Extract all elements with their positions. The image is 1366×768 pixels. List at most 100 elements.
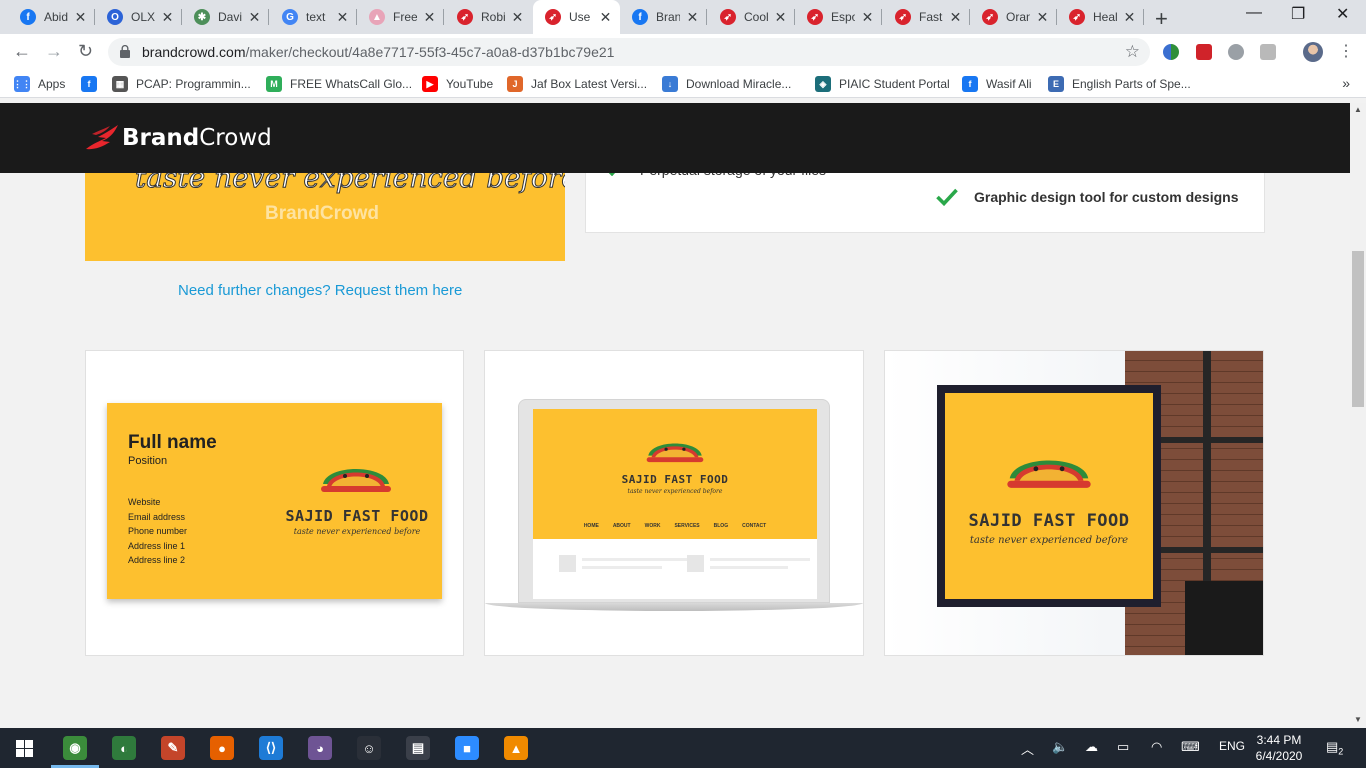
wifi-icon[interactable]: ◠	[1151, 739, 1162, 755]
bookmark-item[interactable]: ⋮⋮ Apps	[13, 76, 65, 92]
bookmark-label: Download Miracle...	[686, 77, 792, 91]
tab-title: Fast	[919, 10, 943, 24]
business-card-mockup[interactable]: Full name Position Website Email address…	[85, 350, 464, 656]
bookmark-item[interactable]: J Jaf Box Latest Versi...	[507, 76, 647, 92]
close-tab-icon[interactable]: ✕	[949, 9, 962, 26]
show-hidden-icons[interactable]: ︿	[1021, 739, 1034, 758]
browser-tab[interactable]: f Abid ✕	[8, 0, 95, 34]
back-icon[interactable]: ←	[13, 41, 31, 62]
page-scrollbar[interactable]: ▲ ▼	[1350, 103, 1366, 728]
scroll-up-icon[interactable]: ▲	[1354, 105, 1362, 114]
laptop-mockup[interactable]: SAJID FAST FOOD taste never experienced …	[484, 350, 864, 656]
browser-menu-icon[interactable]: ⋮	[1338, 41, 1354, 61]
url-text: brandcrowd.com/maker/checkout/4a8e7717-5…	[142, 44, 615, 60]
zoom-icon[interactable]: ■	[455, 736, 479, 760]
browser-tab[interactable]: ✱ Davi ✕	[182, 0, 269, 34]
browser-tab[interactable]: ➶ Cool ✕	[708, 0, 795, 34]
bookmark-star-icon[interactable]: ☆	[1125, 42, 1140, 62]
globe-app-icon[interactable]: ◐	[112, 736, 136, 760]
browser-tab[interactable]: ▲ Free ✕	[357, 0, 444, 34]
close-tab-icon[interactable]: ✕	[861, 9, 874, 26]
maximize-icon[interactable]: ❐	[1291, 4, 1305, 24]
close-tab-icon[interactable]: ✕	[686, 9, 699, 26]
request-changes-link[interactable]: Need further changes? Request them here	[178, 282, 462, 299]
facebook-icon: f	[20, 9, 36, 25]
content-placeholder	[559, 555, 576, 572]
battery-icon[interactable]: ▭	[1117, 739, 1129, 755]
close-tab-icon[interactable]: ✕	[161, 9, 174, 26]
tab-title: OLX	[131, 10, 156, 24]
volume-icon[interactable]: 🔈	[1052, 739, 1068, 755]
cast-icon[interactable]	[1260, 44, 1276, 60]
onedrive-icon[interactable]: ☁	[1085, 739, 1098, 755]
close-tab-icon[interactable]: ✕	[423, 9, 436, 26]
brandcrowd-icon: ➶	[720, 9, 736, 25]
tab-title: text	[306, 10, 326, 24]
bookmark-label: PIAIC Student Portal	[839, 77, 950, 91]
photos-app-icon[interactable]: ▤	[406, 736, 430, 760]
bookmark-item[interactable]: ▶ YouTube	[422, 76, 493, 92]
close-tab-icon[interactable]: ✕	[774, 9, 787, 26]
jafbox-icon: J	[507, 76, 523, 92]
address-bar[interactable]: brandcrowd.com/maker/checkout/4a8e7717-5…	[108, 38, 1150, 66]
close-tab-icon[interactable]: ✕	[1123, 9, 1136, 26]
close-tab-icon[interactable]: ✕	[1036, 9, 1049, 26]
card-full-name: Full name	[128, 432, 217, 453]
extension-circle-icon[interactable]	[1228, 44, 1244, 60]
bookmark-label: YouTube	[446, 77, 494, 91]
chrome-icon[interactable]: ◉	[63, 736, 87, 760]
lock-icon	[120, 45, 130, 58]
browser-tab[interactable]: O OLX ✕	[95, 0, 182, 34]
bookmark-item[interactable]: f	[81, 76, 105, 92]
laptop-screen: SAJID FAST FOOD taste never experienced …	[533, 409, 817, 599]
windows-start-icon[interactable]	[16, 740, 33, 757]
taco-logo-icon	[321, 469, 391, 492]
close-tab-icon[interactable]: ✕	[248, 9, 261, 26]
close-tab-icon[interactable]: ✕	[511, 9, 524, 26]
bookmark-item[interactable]: M FREE WhatsCall Glo...	[266, 76, 412, 92]
close-window-icon[interactable]: ✕	[1336, 4, 1349, 24]
keyboard-icon[interactable]: ⌨	[1181, 739, 1200, 755]
bookmark-item[interactable]: ▦ PCAP: Programmin...	[112, 76, 251, 92]
profile-avatar[interactable]	[1303, 42, 1323, 62]
bookmark-item[interactable]: ◈ PIAIC Student Portal	[815, 76, 950, 92]
language-indicator[interactable]: ENG	[1219, 739, 1245, 753]
tab-title: Davi	[218, 10, 243, 24]
brandcrowd-logo[interactable]: BrandCrowd	[84, 123, 272, 153]
browser-tab[interactable]: ➶ Oran ✕	[970, 0, 1057, 34]
close-tab-icon[interactable]: ✕	[74, 9, 87, 26]
youtube-icon: ▶	[422, 76, 438, 92]
close-tab-icon[interactable]: ✕	[336, 9, 349, 26]
scroll-down-icon[interactable]: ▼	[1354, 715, 1362, 724]
system-clock[interactable]: 3:44 PM 6/4/2020	[1251, 732, 1307, 764]
adblock-icon[interactable]	[1196, 44, 1212, 60]
content-line	[710, 566, 788, 569]
minimize-icon[interactable]: —	[1246, 4, 1262, 22]
browser-tab[interactable]: Gtext ✕	[270, 0, 357, 34]
browser-tab[interactable]: f Bran ✕	[620, 0, 707, 34]
github-desktop-icon[interactable]: ◕	[308, 736, 332, 760]
browser-tab[interactable]: ➶ Robi ✕	[445, 0, 532, 34]
bookmark-item[interactable]: f Wasif Ali	[962, 76, 1032, 92]
bookmark-item[interactable]: E English Parts of Spe...	[1048, 76, 1191, 92]
reload-icon[interactable]: ↻	[78, 41, 93, 62]
new-tab-button[interactable]: +	[1155, 6, 1168, 32]
browser-tab[interactable]: ➶ Use ✕	[533, 0, 620, 34]
close-tab-icon[interactable]: ✕	[599, 9, 612, 26]
extension-globe-icon[interactable]	[1163, 44, 1179, 60]
scrollbar-thumb[interactable]	[1352, 251, 1364, 407]
notification-center-icon[interactable]: ▤2	[1326, 739, 1343, 757]
vscode-icon[interactable]: ⟨⟩	[259, 736, 283, 760]
more-bookmarks-icon[interactable]: »	[1342, 75, 1350, 91]
olx-icon: O	[107, 9, 123, 25]
browser-tab[interactable]: ➶ Espo ✕	[795, 0, 882, 34]
forward-icon[interactable]: →	[45, 41, 63, 62]
browser-tab[interactable]: ➶ Heal ✕	[1057, 0, 1144, 34]
firefox-icon[interactable]: ●	[210, 736, 234, 760]
vlc-icon[interactable]: ▲	[504, 736, 528, 760]
emoji-app-icon[interactable]: ☺	[357, 736, 381, 760]
paint-app-icon[interactable]: ✎	[161, 736, 185, 760]
bookmark-item[interactable]: ↓ Download Miracle...	[662, 76, 791, 92]
signboard-mockup[interactable]: SAJID FAST FOOD taste never experienced …	[884, 350, 1264, 656]
browser-tab[interactable]: ➶ Fast ✕	[883, 0, 970, 34]
